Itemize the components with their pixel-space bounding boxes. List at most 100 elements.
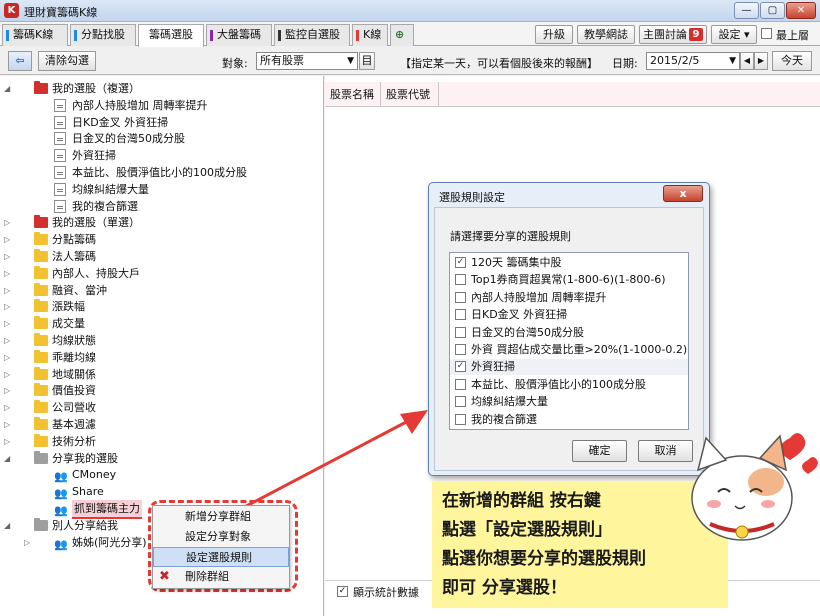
close-window-button[interactable]: ✕ bbox=[786, 2, 816, 19]
tree-item-label: 基本週濾 bbox=[52, 418, 96, 431]
clear-selection-button[interactable]: 清除勾選 bbox=[38, 51, 96, 71]
rule-checkbox[interactable]: ✓ bbox=[455, 361, 466, 373]
rule-checkbox[interactable] bbox=[455, 396, 466, 408]
rule-checkbox[interactable] bbox=[455, 326, 466, 338]
topmost-checkbox[interactable] bbox=[761, 28, 772, 39]
tab-chip-kline[interactable]: 籌碼K線 bbox=[2, 24, 68, 46]
tab-kline[interactable]: K線 bbox=[352, 24, 388, 46]
minimize-button[interactable]: — bbox=[734, 2, 759, 19]
tab-watchlist[interactable]: 監控自選股 bbox=[274, 24, 350, 46]
rule-checkbox[interactable] bbox=[455, 413, 466, 425]
forum-button[interactable]: 主團討論 9 bbox=[639, 25, 707, 44]
column-stock-code[interactable]: 股票代號 bbox=[381, 82, 439, 107]
expand-open-icon[interactable]: ◢ bbox=[4, 450, 10, 467]
menu-delete-group[interactable]: ✖ 刪除群組 bbox=[153, 567, 289, 587]
menu-set-share-target[interactable]: 設定分享對象 bbox=[153, 527, 289, 547]
expand-closed-icon[interactable]: ▷ bbox=[4, 214, 10, 231]
prev-date-button[interactable]: ◀ bbox=[740, 52, 754, 70]
rule-option[interactable]: 日金叉的台灣50成分股 bbox=[450, 325, 688, 341]
expand-closed-icon[interactable]: ▷ bbox=[4, 382, 10, 399]
tree-item[interactable]: 均線糾結爆大量 bbox=[0, 181, 320, 198]
rule-option[interactable]: Top1券商買超異常(1-800-6)(1-800-6) bbox=[450, 272, 688, 288]
tree-item-label: 價值投資 bbox=[52, 384, 96, 398]
tree-item[interactable]: ▷ 內部人、持股大戶 bbox=[0, 265, 320, 282]
column-stock-name[interactable]: 股票名稱 bbox=[325, 82, 381, 107]
folder-icon bbox=[34, 417, 48, 430]
rule-checkbox[interactable] bbox=[455, 309, 466, 321]
rule-option[interactable]: 我的複合篩選 bbox=[450, 412, 688, 428]
rule-option[interactable]: ✓ 外資狂掃 bbox=[450, 359, 688, 376]
expand-closed-icon[interactable]: ▷ bbox=[4, 366, 10, 383]
expand-closed-icon[interactable]: ▷ bbox=[4, 332, 10, 349]
tree-item[interactable]: ▷ 乖離均線 bbox=[0, 349, 320, 366]
expand-open-icon[interactable]: ◢ bbox=[4, 517, 10, 534]
rule-checkbox[interactable] bbox=[455, 274, 466, 286]
tree-item[interactable]: ◢ 我的選股（複選） bbox=[0, 80, 320, 97]
expand-closed-icon[interactable]: ▷ bbox=[4, 433, 10, 450]
tree-item[interactable]: ▷ 均線狀態 bbox=[0, 332, 320, 349]
tab-branch-picker[interactable]: 分點找股 bbox=[70, 24, 136, 46]
shared-folder-icon bbox=[34, 450, 48, 464]
maximize-button[interactable]: ▢ bbox=[760, 2, 785, 19]
expand-closed-icon[interactable]: ▷ bbox=[4, 282, 10, 299]
rule-checkbox[interactable]: ✓ bbox=[455, 257, 466, 268]
rule-option[interactable]: 均線糾結爆大量 bbox=[450, 394, 688, 410]
tree-item[interactable]: ▷ 漲跌幅 bbox=[0, 298, 320, 315]
tree-item[interactable]: ▷ 地域關係 bbox=[0, 366, 320, 383]
expand-closed-icon[interactable]: ▷ bbox=[4, 248, 10, 265]
back-arrow-button[interactable]: ⇦ bbox=[8, 51, 32, 71]
show-stats-checkbox[interactable]: ✓ bbox=[337, 586, 348, 597]
tree-item-label: 成交量 bbox=[52, 317, 85, 331]
tree-item[interactable]: ▷ 價值投資 bbox=[0, 382, 320, 399]
date-field[interactable]: 2015/2/5 ▼ bbox=[646, 52, 740, 70]
teaching-blog-button[interactable]: 教學網誌 bbox=[577, 25, 635, 44]
tree-item[interactable]: 內部人持股增加 周轉率提升 bbox=[0, 97, 320, 114]
expand-open-icon[interactable]: ◢ bbox=[4, 80, 10, 97]
expand-closed-icon[interactable]: ▷ bbox=[4, 265, 10, 282]
rule-option[interactable]: 日KD金叉 外資狂掃 bbox=[450, 307, 688, 323]
tree-item[interactable]: ▷ 我的選股（單選） bbox=[0, 214, 320, 231]
rule-checkbox[interactable] bbox=[455, 344, 466, 355]
folder-icon bbox=[34, 299, 48, 313]
rule-option[interactable]: ✓ 120天 籌碼集中股 bbox=[450, 255, 688, 271]
grid-header: 股票名稱 股票代號 bbox=[325, 82, 820, 107]
ok-button[interactable]: 確定 bbox=[572, 440, 627, 462]
chevron-down-icon: ▾ bbox=[743, 28, 750, 41]
target-select[interactable]: 所有股票 ▼ bbox=[256, 52, 358, 70]
menu-add-share-group[interactable]: 新增分享群組 bbox=[153, 507, 289, 527]
next-date-button[interactable]: ▶ bbox=[754, 52, 768, 70]
tree-item[interactable]: 日KD金叉 外資狂掃 bbox=[0, 114, 320, 131]
tree-item[interactable]: ▷ 融資、當沖 bbox=[0, 282, 320, 299]
expand-closed-icon[interactable]: ▷ bbox=[4, 315, 10, 332]
document-icon bbox=[54, 132, 66, 146]
rule-option[interactable]: 內部人持股增加 周轉率提升 bbox=[450, 290, 688, 306]
today-button[interactable]: 今天 bbox=[772, 51, 812, 71]
tab-market-chip[interactable]: 大盤籌碼 bbox=[206, 24, 272, 46]
tab-chip-selection[interactable]: 籌碼選股 bbox=[138, 24, 204, 47]
expand-closed-icon[interactable]: ▷ bbox=[4, 231, 10, 248]
tree-item[interactable]: 我的複合篩選 bbox=[0, 198, 320, 215]
upgrade-button[interactable]: 升級 bbox=[535, 25, 573, 44]
expand-closed-icon[interactable]: ▷ bbox=[4, 349, 10, 366]
menu-set-rules[interactable]: 設定選股規則 bbox=[153, 547, 289, 567]
tree-item[interactable]: ▷ 成交量 bbox=[0, 315, 320, 332]
dialog-close-button[interactable]: x bbox=[663, 185, 703, 202]
rule-option[interactable]: 外資 買超佔成交量比重>20%(1-1000-0.2) bbox=[450, 342, 688, 358]
target-picker-button[interactable]: 目 bbox=[359, 52, 375, 70]
expand-closed-icon[interactable]: ▷ bbox=[4, 399, 10, 416]
tree-item[interactable]: 日金叉的台灣50成分股 bbox=[0, 130, 320, 147]
tab-color-marker bbox=[74, 30, 77, 41]
tree-item[interactable]: 本益比、股價淨值比小的100成分股 bbox=[0, 164, 320, 181]
tree-item[interactable]: ▷ 分點籌碼 bbox=[0, 231, 320, 248]
rule-checkbox[interactable] bbox=[455, 291, 466, 303]
expand-closed-icon[interactable]: ▷ bbox=[4, 416, 10, 433]
settings-button[interactable]: 設定 ▾ bbox=[711, 25, 757, 44]
rule-checkbox[interactable] bbox=[455, 378, 466, 390]
tree-item[interactable]: 外資狂掃 bbox=[0, 147, 320, 164]
add-tab-button[interactable]: ⊕ bbox=[390, 24, 414, 46]
rule-option[interactable]: 本益比、股價淨值比小的100成分股 bbox=[450, 377, 688, 393]
callout-line: 即可 分享選股！ bbox=[442, 578, 567, 598]
tree-item[interactable]: ▷ 法人籌碼 bbox=[0, 248, 320, 265]
expand-closed-icon[interactable]: ▷ bbox=[4, 298, 10, 315]
expand-closed-icon[interactable]: ▷ bbox=[24, 534, 30, 551]
